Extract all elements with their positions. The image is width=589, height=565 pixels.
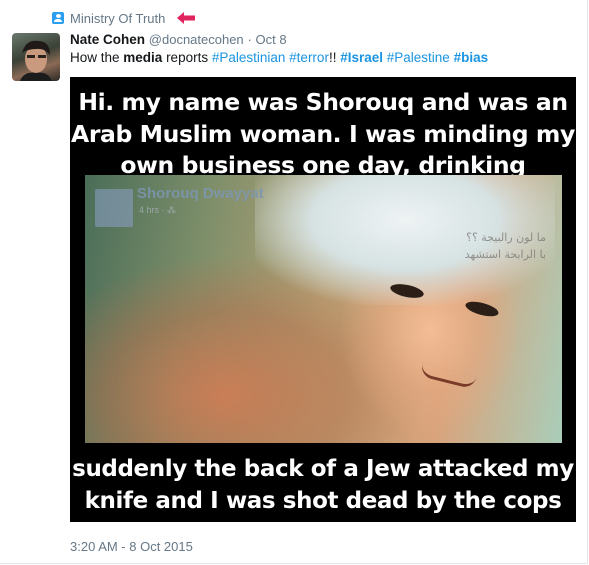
- photo-overlay-name: Shorouq Dwayyat: [137, 185, 264, 202]
- hashtag-israel[interactable]: #Israel: [340, 50, 383, 65]
- arabic-line: ما لون رالبيجة ؟؟: [466, 231, 546, 244]
- retweet-context: Ministry Of Truth: [52, 9, 196, 27]
- tweet-timestamp[interactable]: 3:20 AM - 8 Oct 2015: [70, 539, 193, 554]
- hashtag-terror[interactable]: #terror: [289, 50, 329, 65]
- meme-photo: Shorouq Dwayyat 4 hrs · ⁂ ما لون رالبيجة…: [85, 175, 562, 443]
- photo-mouth: [419, 363, 477, 390]
- meme-caption-bottom: suddenly the back of a Jew attacked my k…: [70, 454, 576, 517]
- tweet-date[interactable]: Oct 8: [256, 32, 287, 47]
- hashtag-palestinian[interactable]: #Palestinian: [212, 50, 286, 65]
- photo-overlay-meta: 4 hrs · ⁂: [139, 205, 177, 215]
- meme-line: Hi. my name was Shorouq and was an: [78, 88, 568, 116]
- author-handle[interactable]: @docnatecohen: [149, 32, 244, 47]
- text-bold-media: media: [123, 50, 163, 65]
- separator: ·: [247, 32, 252, 47]
- hashtag-bias[interactable]: #bias: [454, 50, 489, 65]
- photo-overlay-arabic: ما لون رالبيجة ؟؟ با الرابحة استشهد: [465, 229, 546, 263]
- avatar-image: [20, 40, 52, 81]
- meme-line: suddenly the back of a Jew attacked my: [72, 456, 574, 482]
- text-segment: !!: [328, 50, 341, 65]
- meme-line: Arab Muslim woman. I was minding my: [71, 119, 575, 148]
- photo-profile-icon: [95, 189, 133, 227]
- avatar[interactable]: [12, 33, 60, 81]
- user-icon: [52, 12, 64, 24]
- arabic-line: با الرابحة استشهد: [464, 248, 546, 261]
- text-segment: reports: [162, 50, 212, 65]
- tweet-media-image[interactable]: Hi. my name was Shorouq and was an Arab …: [70, 77, 576, 522]
- meme-line: knife and I was shot dead by the cops: [84, 487, 562, 514]
- tweet-header: Nate Cohen @docnatecohen · Oct 8: [70, 32, 287, 47]
- context-label[interactable]: Ministry Of Truth: [70, 11, 165, 26]
- text-segment: How the: [70, 50, 124, 65]
- red-arrow-icon: [177, 12, 196, 24]
- tweet-card[interactable]: Ministry Of Truth Nate Cohen @docnatecoh…: [0, 0, 588, 564]
- hashtag-palestine[interactable]: #Palestine: [387, 50, 450, 65]
- tweet-text: How the media reports #Palestinian #terr…: [70, 50, 488, 65]
- author-name[interactable]: Nate Cohen: [70, 32, 145, 47]
